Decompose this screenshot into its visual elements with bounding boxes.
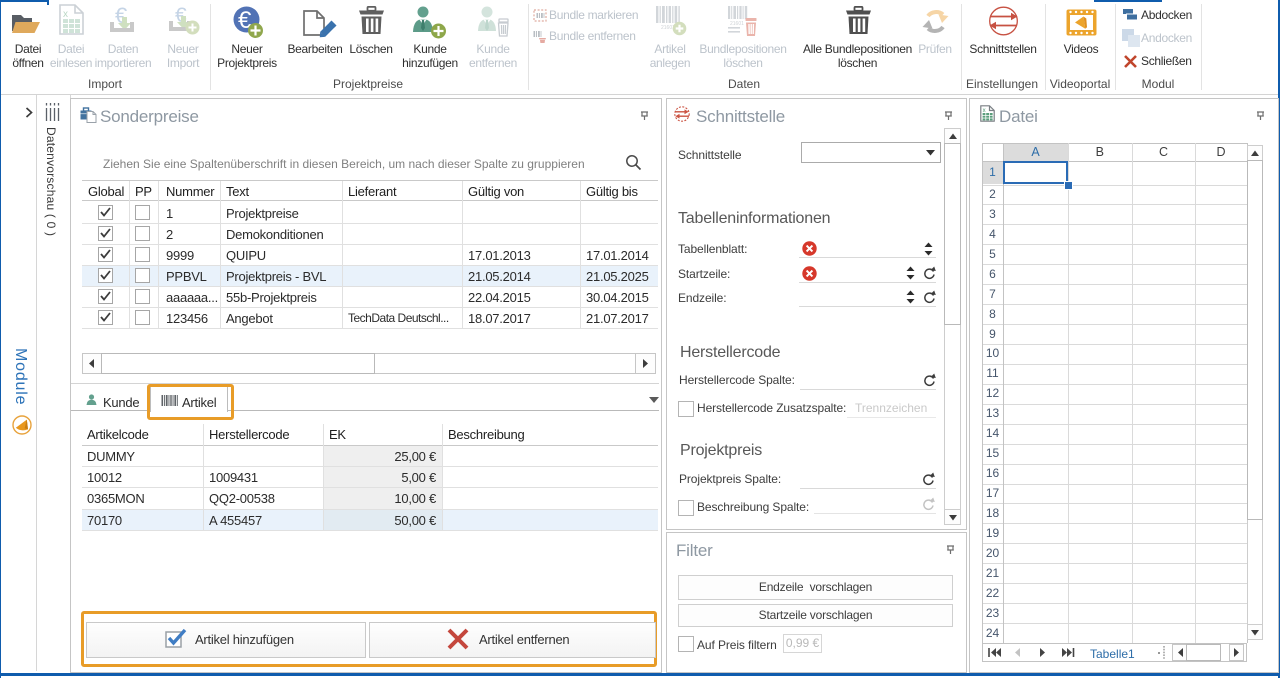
svg-text:x: x	[63, 9, 68, 20]
svg-text:21601: 21601	[730, 21, 744, 27]
